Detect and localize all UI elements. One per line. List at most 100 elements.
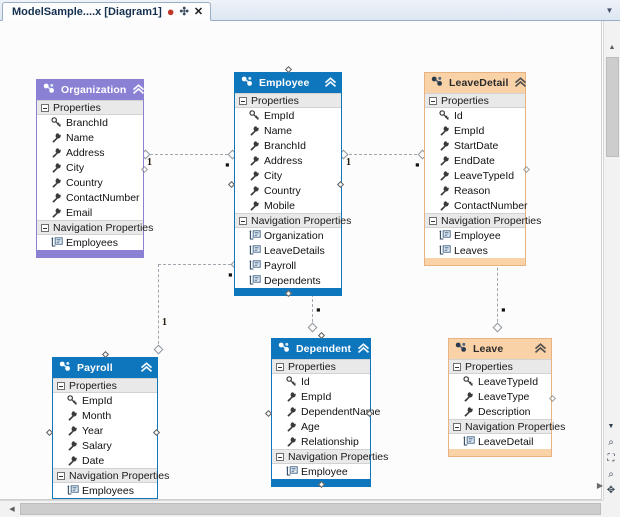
entity-employee[interactable]: Employee Properties EmpId Name BranchId Addre… (234, 72, 351, 296)
navigation-property-row[interactable]: Dependents (235, 273, 341, 288)
entity-header-leavedetail[interactable]: LeaveDetail (425, 73, 527, 93)
navigation-property-row[interactable]: Employees (53, 483, 157, 498)
collapse-chevron-icon[interactable] (514, 76, 527, 90)
entity-header-employee[interactable]: Employee (235, 73, 341, 93)
properties-section-header[interactable]: Properties (53, 378, 157, 393)
navigation-properties-section-header[interactable]: Navigation Properties (37, 220, 153, 235)
properties-section-header[interactable]: Properties (235, 93, 341, 108)
scroll-left-arrow-icon[interactable]: ◀ (4, 501, 20, 517)
entity-payroll[interactable]: Payroll Properties EmpId Month Year Salary Dat… (52, 357, 169, 499)
horizontal-scroll-thumb[interactable] (20, 503, 601, 515)
navigation-property-row[interactable]: Employee (272, 464, 370, 479)
property-row[interactable]: EmpId (235, 108, 341, 123)
property-row[interactable]: LeaveTypeId (425, 168, 525, 183)
property-row[interactable]: DependentName (272, 404, 380, 419)
property-row[interactable]: Mobile (235, 198, 341, 213)
properties-section-header[interactable]: Properties (425, 93, 525, 108)
property-row[interactable]: Country (37, 175, 143, 190)
property-row[interactable]: Country (235, 183, 341, 198)
collapse-chevron-icon[interactable] (534, 342, 547, 356)
property-row[interactable]: Reason (425, 183, 525, 198)
collapse-toggle-icon[interactable] (239, 216, 247, 225)
navigation-property-row[interactable]: Payroll (235, 258, 341, 273)
collapse-toggle-icon[interactable] (429, 216, 437, 225)
property-row[interactable]: Description (449, 404, 551, 419)
property-row[interactable]: Id (272, 374, 370, 389)
collapse-toggle-icon[interactable] (41, 223, 49, 232)
property-row[interactable]: Name (235, 123, 341, 138)
scroll-up-arrow-icon[interactable]: ▲ (604, 39, 620, 55)
collapse-chevron-icon[interactable] (140, 361, 153, 375)
zoom-in-icon[interactable]: ⌕ (604, 435, 619, 449)
horizontal-scrollbar[interactable]: ◀ (0, 500, 603, 517)
pan-tool-icon[interactable]: ✥ (604, 483, 619, 497)
property-row[interactable]: BranchId (37, 115, 143, 130)
selection-handle[interactable] (152, 428, 161, 436)
property-row[interactable]: Address (235, 153, 341, 168)
collapse-toggle-icon[interactable] (453, 422, 461, 431)
navigation-properties-section-header[interactable]: Navigation Properties (235, 213, 351, 228)
collapse-toggle-icon[interactable] (57, 471, 65, 480)
entity-dependent[interactable]: Dependent Properties Id EmpId DependentName A… (271, 338, 388, 487)
collapse-toggle-icon[interactable] (276, 452, 284, 461)
property-row[interactable]: LeaveTypeId (449, 374, 551, 389)
collapse-toggle-icon[interactable] (453, 362, 461, 371)
properties-section-header[interactable]: Properties (37, 100, 143, 115)
entity-leave[interactable]: Leave Properties LeaveTypeId LeaveType Descr… (448, 338, 565, 457)
property-row[interactable]: Year (53, 423, 157, 438)
navigation-property-row[interactable]: Employee (425, 228, 525, 243)
collapse-chevron-icon[interactable] (132, 83, 145, 97)
property-row[interactable]: City (37, 160, 143, 175)
vertical-scroll-thumb[interactable] (606, 57, 619, 157)
property-row[interactable]: LeaveType (449, 389, 551, 404)
property-row[interactable]: City (235, 168, 341, 183)
entity-organization[interactable]: Organization Properties BranchId Name Addres… (36, 79, 153, 258)
entity-header-dependent[interactable]: Dependent (272, 339, 370, 359)
navigation-property-row[interactable]: LeaveDetails (235, 243, 341, 258)
collapse-toggle-icon[interactable] (239, 96, 247, 105)
property-row[interactable]: Address (37, 145, 143, 160)
pin-icon[interactable]: ✣ (180, 5, 189, 18)
navigation-properties-section-header[interactable]: Navigation Properties (53, 468, 169, 483)
property-row[interactable]: EmpId (53, 393, 157, 408)
navigation-property-row[interactable]: Organization (235, 228, 341, 243)
close-icon[interactable]: ✕ (194, 5, 203, 18)
property-row[interactable]: ContactNumber (37, 190, 143, 205)
entity-header-organization[interactable]: Organization (37, 80, 145, 100)
tab-overflow-chevron-down-icon[interactable]: ▼ (603, 4, 616, 17)
resize-nub[interactable] (548, 394, 557, 402)
zoom-out-icon[interactable]: ⌕ (604, 467, 619, 481)
property-row[interactable]: EmpId (425, 123, 525, 138)
collapse-chevron-icon[interactable] (357, 342, 370, 356)
collapse-toggle-icon[interactable] (41, 103, 49, 112)
property-row[interactable]: Relationship (272, 434, 370, 449)
zoom-dropdown-icon[interactable]: ▼ (604, 419, 619, 433)
property-row[interactable]: Email (37, 205, 143, 220)
property-row[interactable]: StartDate (425, 138, 525, 153)
collapse-chevron-icon[interactable] (324, 76, 337, 90)
property-row[interactable]: Date (53, 453, 157, 468)
entity-diagram-canvas[interactable]: 1 ▪ 1 ▪ 1 ▪ 1 ▪ 1 (0, 21, 602, 500)
fit-to-screen-icon[interactable]: ⛶ (604, 451, 619, 465)
properties-section-header[interactable]: Properties (272, 359, 370, 374)
property-row[interactable]: Name (37, 130, 143, 145)
navigation-properties-section-header[interactable]: Navigation Properties (449, 419, 565, 434)
collapse-toggle-icon[interactable] (57, 381, 65, 390)
zoom-toolbox[interactable]: ▼ ⌕ ⛶ ⌕ ✥ (603, 419, 619, 497)
navigation-property-row[interactable]: Employees (37, 235, 143, 250)
property-row[interactable]: EmpId (272, 389, 370, 404)
property-row[interactable]: Month (53, 408, 157, 423)
property-row[interactable]: Salary (53, 438, 157, 453)
properties-section-header[interactable]: Properties (449, 359, 551, 374)
property-row[interactable]: ContactNumber (425, 198, 528, 213)
navigation-property-row[interactable]: LeaveDetail (449, 434, 551, 449)
navigation-property-row[interactable]: Leaves (425, 243, 525, 258)
collapse-toggle-icon[interactable] (276, 362, 284, 371)
navigation-properties-section-header[interactable]: Navigation Properties (425, 213, 541, 228)
document-tab-modelsample[interactable]: ModelSample....x [Diagram1] ● ✣ ✕ (2, 2, 212, 21)
property-row[interactable]: Age (272, 419, 370, 434)
property-row[interactable]: EndDate (425, 153, 525, 168)
entity-header-payroll[interactable]: Payroll (53, 358, 157, 378)
collapse-toggle-icon[interactable] (429, 96, 437, 105)
property-row[interactable]: Id (425, 108, 525, 123)
